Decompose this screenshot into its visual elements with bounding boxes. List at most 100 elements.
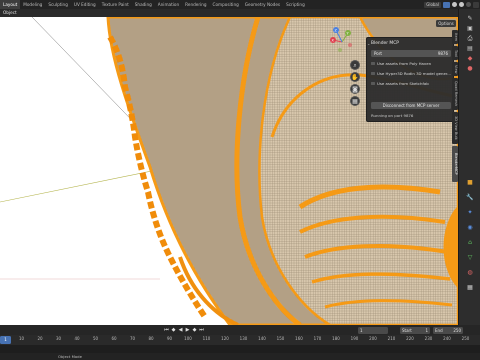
timeline-tick-label: 170 (313, 336, 322, 341)
timeline-tick-label: 250 (461, 336, 470, 341)
timeline-tick-label: 110 (202, 336, 211, 341)
modifier-icon[interactable]: 🔧 (466, 194, 474, 202)
shading-solid-icon[interactable] (452, 2, 457, 7)
orientation-dropdown[interactable]: Global (424, 1, 441, 8)
timeline-tick-label: 100 (184, 336, 192, 341)
prev-keyframe-icon[interactable]: ◆ (170, 326, 177, 334)
checkbox-icon[interactable] (371, 71, 375, 76)
tab-scripting[interactable]: Scripting (283, 0, 308, 9)
timeline-tick-label: 130 (239, 336, 248, 341)
current-frame-field[interactable]: 1 (358, 326, 388, 334)
shading-rendered-icon[interactable] (466, 2, 471, 7)
end-frame-field[interactable]: End 250 (433, 326, 463, 334)
tab-shading[interactable]: Shading (132, 0, 155, 9)
timeline-tick-label: 190 (350, 336, 359, 341)
server-status-text: Running on port 9876 (371, 113, 414, 118)
play-icon[interactable]: ▶ (184, 326, 191, 334)
timeline-tick-label: 20 (37, 336, 43, 341)
shading-dropdown-icon[interactable] (473, 1, 479, 8)
timeline-tick-label: 40 (74, 336, 80, 341)
overlay-toggle[interactable] (443, 1, 450, 8)
timeline-tick-label: 120 (221, 336, 229, 341)
sketchfab-label: Use assets from Sketchfab (377, 81, 429, 86)
timeline-tick-label: 150 (276, 336, 285, 341)
playhead-frame[interactable]: 1 (0, 335, 11, 344)
camera-icon[interactable]: ◙ (350, 84, 360, 94)
port-label: Port (374, 51, 382, 56)
port-field[interactable]: Port 9876 (371, 50, 451, 57)
pan-hand-icon[interactable]: ✋ (350, 72, 360, 82)
timeline-tick-label: 50 (92, 336, 99, 341)
world-icon[interactable]: ● (466, 65, 474, 73)
tab-texture-paint[interactable]: Texture Paint (99, 0, 132, 9)
status-mode-text: Object Mode (58, 354, 82, 359)
hyper3d-checkbox[interactable]: Use Hyper3D Rodin 3D model gener... (371, 70, 453, 77)
start-label: Start (402, 327, 412, 333)
end-value: 250 (453, 327, 461, 333)
polyhaven-checkbox[interactable]: Use assets from Poly Haven (371, 60, 453, 67)
checkbox-icon[interactable] (371, 81, 375, 86)
material-icon[interactable]: ◍ (466, 269, 474, 277)
checkbox-icon[interactable] (371, 61, 375, 66)
polyhaven-label: Use assets from Poly Haven (377, 61, 432, 66)
tab-geometry-nodes[interactable]: Geometry Nodes (242, 0, 283, 9)
tab-layout[interactable]: Layout (0, 0, 21, 9)
texture-icon[interactable]: ▦ (466, 284, 474, 292)
render-icon[interactable]: ▣ (466, 25, 474, 33)
disconnect-button[interactable]: Disconnect from MCP server (371, 102, 451, 109)
hyper3d-label: Use Hyper3D Rodin 3D model gener... (377, 71, 451, 76)
tab-compositing[interactable]: Compositing (210, 0, 242, 9)
end-label: End (435, 327, 443, 333)
sketchfab-checkbox[interactable]: Use assets from Sketchfab (371, 80, 453, 87)
tab-sculpting[interactable]: Sculpting (45, 0, 71, 9)
timeline-tick-label: 140 (258, 336, 266, 341)
tab-uv-editing[interactable]: UV Editing (71, 0, 99, 9)
play-reverse-icon[interactable]: ◀ (177, 326, 184, 334)
timeline-tick-label: 90 (166, 336, 173, 341)
current-frame-value: 1 (360, 327, 363, 333)
timeline-header: ⏮ ◆ ◀ ▶ ◆ ⏭ 1 Start 1 End 250 (0, 325, 480, 335)
navigation-gizmo[interactable]: X Y Z (320, 20, 364, 64)
object-mode-label[interactable]: Object (3, 10, 17, 15)
panel-title: Blender MCP (371, 41, 399, 46)
scene-icon[interactable]: ◆ (466, 55, 474, 63)
perspective-grid-icon[interactable]: ▦ (350, 96, 360, 106)
panel-collapse-icon[interactable]: ⌄ (367, 41, 370, 46)
physics-icon[interactable]: ◉ (466, 224, 474, 232)
timeline-track-area[interactable] (0, 345, 480, 353)
output-icon[interactable]: ⎙ (466, 35, 474, 43)
options-dropdown[interactable]: Options (436, 20, 456, 27)
particles-icon[interactable]: ✦ (466, 209, 474, 217)
jump-end-icon[interactable]: ⏭ (198, 326, 205, 334)
timeline-tick-label: 200 (369, 336, 377, 341)
timeline-tick-label: 60 (111, 336, 117, 341)
timeline-tick-label: 240 (443, 336, 451, 341)
zoom-icon[interactable]: ⌕ (350, 60, 360, 70)
tab-modeling[interactable]: Modeling (20, 0, 45, 9)
view-layer-icon[interactable]: ▤ (466, 45, 474, 53)
start-value: 1 (425, 327, 428, 333)
timeline-tick-label: 80 (148, 336, 154, 341)
start-frame-field[interactable]: Start 1 (400, 326, 430, 334)
jump-start-icon[interactable]: ⏮ (163, 326, 170, 334)
workspace-tabs-bar: Layout Modeling Sculpting UV Editing Tex… (0, 0, 480, 9)
timeline-tick-label: 70 (129, 336, 136, 341)
port-value: 9876 (437, 51, 448, 56)
timeline-tick-label: 180 (332, 336, 340, 341)
timeline-tick-label: 230 (424, 336, 433, 341)
timeline-ruler[interactable]: 1 10 20 30 40 50 60 70 80 90 100 110 120 130 140 150 16… (0, 335, 480, 345)
timeline-tick-label: 30 (55, 336, 62, 341)
object-icon[interactable]: ■ (466, 179, 474, 187)
data-icon[interactable]: ▽ (466, 254, 474, 262)
timeline-tick-label: 10 (18, 336, 25, 341)
next-keyframe-icon[interactable]: ◆ (191, 326, 198, 334)
shading-material-icon[interactable] (459, 2, 464, 7)
tool-icon[interactable]: ✎ (466, 15, 474, 23)
viewport-header: Object (0, 9, 458, 17)
tab-animation[interactable]: Animation (155, 0, 182, 9)
timeline-tick-label: 220 (406, 336, 414, 341)
constraints-icon[interactable]: ⌂ (466, 239, 474, 247)
status-bar: Object Mode (0, 353, 480, 360)
timeline-tick-label: 210 (387, 336, 396, 341)
tab-rendering[interactable]: Rendering (182, 0, 209, 9)
